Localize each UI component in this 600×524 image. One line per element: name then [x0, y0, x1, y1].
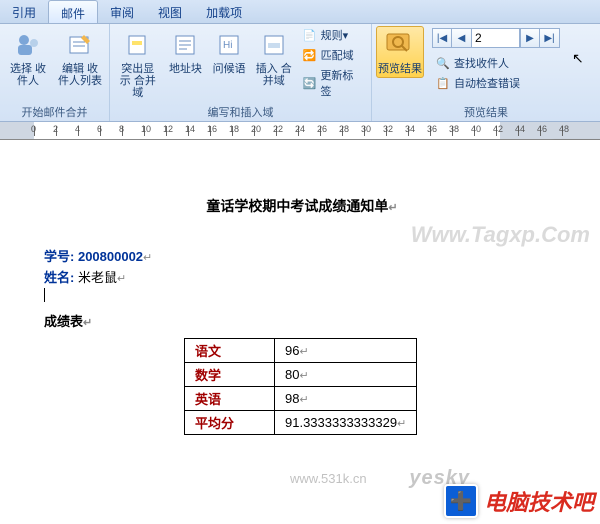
tab-view[interactable]: 视图 [146, 0, 194, 23]
ribbon: 选择 收件人 编辑 收件人列表 开始邮件合并 突出显示 合并域 地址块 Hi 问… [0, 24, 600, 122]
last-record-button[interactable]: ▶| [540, 28, 560, 48]
rules-icon: 📄 [302, 27, 318, 43]
greeting-line-button[interactable]: Hi 问候语 [209, 26, 249, 78]
id-label: 学号: [44, 249, 74, 264]
auto-check-errors-button[interactable]: 📋自动检查错误 [432, 74, 560, 92]
svg-text:Hi: Hi [223, 40, 232, 51]
student-name-row: 姓名: 米老鼠↵ [44, 267, 560, 286]
table-row: 数学80↵ [185, 363, 417, 387]
table-row: 语文96↵ [185, 339, 417, 363]
student-id-row: 学号: 200800002↵ [44, 246, 560, 265]
edit-recipients-button[interactable]: 编辑 收件人列表 [56, 26, 104, 90]
highlight-icon [122, 29, 154, 61]
preview-results-button[interactable]: 预览结果 [376, 26, 424, 78]
group-preview-results: 预览结果 |◀ ◀ ▶ ▶| 🔍查找收件人 📋自动检查错误 预览结果 [372, 24, 600, 121]
search-icon: 🔍 [435, 55, 451, 71]
group-write-insert: 突出显示 合并域 地址块 Hi 问候语 插入 合并域 📄规则 ▾ 🔁匹配域 🔄更… [110, 24, 372, 121]
address-icon [169, 29, 201, 61]
prev-record-button[interactable]: ◀ [452, 28, 472, 48]
highlight-merge-button[interactable]: 突出显示 合并域 [114, 26, 162, 102]
insert-merge-field-button[interactable]: 插入 合并域 [253, 26, 295, 90]
group-title-preview: 预览结果 [376, 103, 596, 121]
scores-heading: 成绩表↵ [44, 311, 560, 330]
table-row: 平均分91.3333333333329↵ [185, 411, 417, 435]
group-start-merge: 选择 收件人 编辑 收件人列表 开始邮件合并 [0, 24, 110, 121]
tab-addins[interactable]: 加载项 [194, 0, 254, 23]
ribbon-tabs: 引用 邮件 审阅 视图 加载项 [0, 0, 600, 24]
cursor-line [44, 288, 560, 305]
tab-references[interactable]: 引用 [0, 0, 48, 23]
doc-title: 童话学校期中考试成绩通知单↵ [44, 196, 560, 216]
select-recipients-button[interactable]: 选择 收件人 [4, 26, 52, 90]
score-table: 语文96↵ 数学80↵ 英语98↵ 平均分91.3333333333329↵ [184, 338, 417, 435]
tab-mailings[interactable]: 邮件 [48, 0, 98, 23]
find-recipient-button[interactable]: 🔍查找收件人 [432, 54, 560, 72]
tab-review[interactable]: 审阅 [98, 0, 146, 23]
name-value: 米老鼠 [78, 270, 117, 285]
record-number-input[interactable] [472, 28, 520, 48]
refresh-icon: 🔄 [302, 75, 318, 91]
check-icon: 📋 [435, 75, 451, 91]
match-icon: 🔁 [302, 47, 318, 63]
edit-list-icon [64, 29, 96, 61]
people-icon [12, 29, 44, 61]
update-labels-button[interactable]: 🔄更新标签 [299, 66, 367, 100]
id-value: 200800002 [78, 249, 143, 264]
insert-field-icon [258, 29, 290, 61]
match-fields-button[interactable]: 🔁匹配域 [299, 46, 367, 64]
table-row: 英语98↵ [185, 387, 417, 411]
name-label: 姓名: [44, 270, 74, 285]
first-record-button[interactable]: |◀ [432, 28, 452, 48]
rules-button[interactable]: 📄规则 ▾ [299, 26, 367, 44]
magnifier-icon [384, 29, 416, 61]
record-navigator: |◀ ◀ ▶ ▶| [432, 28, 560, 48]
group-title-start: 开始邮件合并 [4, 103, 105, 121]
document-canvas[interactable]: 童话学校期中考试成绩通知单↵ 学号: 200800002↵ 姓名: 米老鼠↵ 成… [0, 140, 600, 524]
horizontal-ruler[interactable]: 0246810121416182022242628303234363840424… [0, 122, 600, 140]
group-title-write: 编写和插入域 [114, 103, 367, 121]
address-block-button[interactable]: 地址块 [166, 26, 206, 78]
greeting-icon: Hi [213, 29, 245, 61]
next-record-button[interactable]: ▶ [520, 28, 540, 48]
